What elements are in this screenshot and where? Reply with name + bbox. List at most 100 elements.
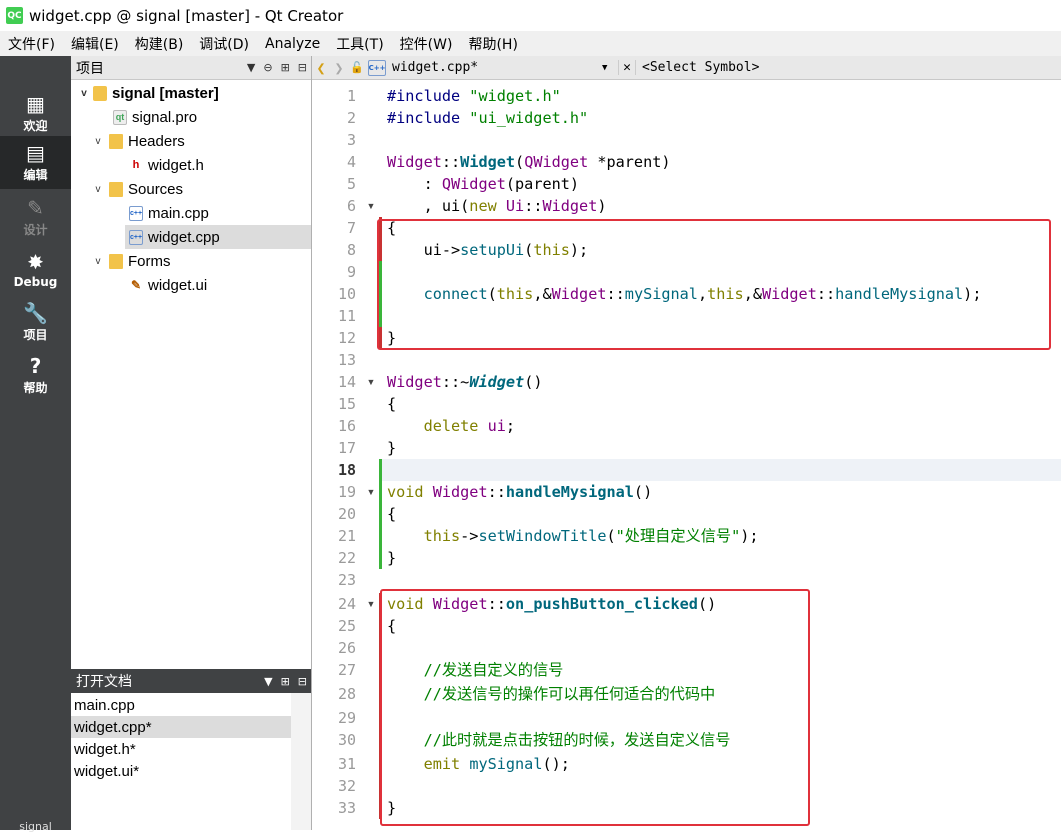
mode-projects[interactable]: 🔧 项目: [0, 296, 71, 349]
open-documents-scrollbar[interactable]: [291, 693, 311, 830]
code-editor[interactable]: #include "widget.h" #include "ui_widget.…: [382, 80, 1061, 830]
code-line-22: }: [387, 549, 397, 567]
line-number: 15: [337, 395, 356, 413]
line-number: 23: [337, 571, 356, 589]
menu-widgets[interactable]: 控件(W): [392, 34, 461, 54]
tree-label: widget.h: [148, 156, 204, 174]
link-icon[interactable]: ⊖: [263, 61, 272, 74]
tree-file-widget-ui[interactable]: ✎ widget.ui: [71, 273, 311, 297]
tree-label: Sources: [128, 180, 184, 198]
menu-debug[interactable]: 调试(D): [191, 34, 257, 54]
line-number: 20: [337, 505, 356, 523]
fold-marker-icon[interactable]: ▼: [365, 593, 377, 615]
expand-arrow-icon[interactable]: v: [91, 184, 105, 195]
mode-design[interactable]: ✎ 设计: [0, 191, 71, 244]
dropdown-arrow-icon[interactable]: ▼: [264, 675, 272, 688]
filter-icon[interactable]: ▼: [247, 61, 255, 74]
line-number: 7: [346, 219, 356, 237]
line-number: 13: [337, 351, 356, 369]
close-pane-icon[interactable]: ⊟: [298, 675, 307, 688]
header-file-icon: h: [132, 159, 140, 171]
code-line-6: , ui(new Ui::Widget): [387, 197, 607, 215]
code-line-2: #include "ui_widget.h": [387, 109, 589, 127]
split-icon[interactable]: ⊞: [281, 675, 290, 688]
open-doc-main-cpp[interactable]: main.cpp: [71, 694, 291, 716]
menu-tools[interactable]: 工具(T): [328, 34, 391, 54]
qt-project-file-icon: qt: [113, 109, 127, 125]
line-number: 22: [337, 549, 356, 567]
open-documents-title[interactable]: 打开文档: [76, 671, 260, 691]
expand-arrow-icon[interactable]: v: [91, 136, 105, 147]
menu-build[interactable]: 构建(B): [127, 34, 192, 54]
line-number: 24: [337, 595, 356, 613]
symbol-selector[interactable]: <Select Symbol>: [642, 60, 759, 75]
tree-folder-forms[interactable]: v Forms: [71, 249, 311, 273]
open-doc-widget-ui[interactable]: widget.ui*: [71, 760, 291, 782]
fold-marker-icon[interactable]: ▼: [365, 195, 377, 217]
mode-help[interactable]: ? 帮助: [0, 349, 71, 402]
code-line-4: Widget::Widget(QWidget *parent): [387, 153, 671, 171]
line-number: 2: [346, 109, 356, 127]
code-line-7: {: [387, 219, 397, 237]
line-number: 21: [337, 527, 356, 545]
kit-selector-label[interactable]: signal: [0, 820, 71, 833]
code-line-12: }: [387, 329, 397, 347]
fold-marker-icon[interactable]: ▼: [365, 481, 377, 503]
open-doc-widget-cpp[interactable]: widget.cpp*: [71, 716, 291, 738]
tree-file-signal-pro[interactable]: qt signal.pro: [71, 105, 311, 129]
project-folder-icon: [93, 85, 107, 101]
tree-file-main-cpp[interactable]: c++ main.cpp: [71, 201, 311, 225]
open-documents-header: 打开文档 ▼ ⊞ ⊟: [71, 669, 311, 693]
tree-file-widget-h[interactable]: h widget.h: [71, 153, 311, 177]
folder-icon: [109, 253, 123, 269]
line-number: 27: [337, 661, 356, 679]
project-tree: v signal [master] qt signal.pro v Header…: [71, 80, 311, 669]
menu-bar: 文件(F) 编辑(E) 构建(B) 调试(D) Analyze 工具(T) 控件…: [0, 31, 1061, 56]
line-number: 16: [337, 417, 356, 435]
question-icon: ?: [29, 354, 42, 378]
tree-label: Headers: [128, 132, 185, 150]
cpp-file-icon: c++: [129, 229, 143, 245]
pencil-icon: ✎: [27, 196, 44, 220]
expand-arrow-icon[interactable]: v: [77, 88, 91, 99]
menu-file[interactable]: 文件(F): [0, 34, 63, 54]
document-selector[interactable]: widget.cpp*: [392, 60, 602, 75]
close-document-icon[interactable]: ✕: [618, 60, 636, 75]
close-pane-icon[interactable]: ⊟: [298, 61, 307, 74]
line-number: 17: [337, 439, 356, 457]
line-number-gutter[interactable]: 1 2 3 4 5 6 7 8 9 10 11 12 13 14 15 16 17 18 19 20 21 22 23 24 2…: [312, 80, 382, 830]
code-line-21: this->setWindowTitle("处理自定义信号");: [423, 527, 759, 545]
code-line-25: {: [387, 617, 397, 635]
code-line-5: : QWidget(parent): [387, 175, 580, 193]
line-number: 33: [337, 799, 356, 817]
tree-label: signal.pro: [132, 108, 198, 126]
forward-arrow-icon[interactable]: ❯: [330, 59, 348, 77]
fold-marker-icon[interactable]: ▼: [365, 371, 377, 393]
line-number: 1: [346, 87, 356, 105]
tree-project-root[interactable]: v signal [master]: [71, 81, 311, 105]
expand-arrow-icon[interactable]: v: [91, 256, 105, 267]
menu-help[interactable]: 帮助(H): [460, 34, 525, 54]
dropdown-arrow-icon[interactable]: ▼: [602, 63, 618, 73]
mode-edit[interactable]: ▤ 编辑: [0, 136, 71, 189]
menu-analyze[interactable]: Analyze: [257, 36, 328, 52]
tree-folder-sources[interactable]: v Sources: [71, 177, 311, 201]
mode-debug[interactable]: ✸ Debug: [0, 243, 71, 296]
line-number: 32: [337, 777, 356, 795]
line-number: 11: [337, 307, 356, 325]
back-arrow-icon[interactable]: ❮: [312, 59, 330, 77]
split-icon[interactable]: ⊞: [281, 61, 290, 74]
mode-selector: ▦ 欢迎 ▤ 编辑 ✎ 设计 ✸ Debug 🔧 项目 ? 帮助 signal: [0, 56, 71, 833]
tree-folder-headers[interactable]: v Headers: [71, 129, 311, 153]
code-line-1: #include "widget.h": [387, 87, 561, 105]
menu-edit[interactable]: 编辑(E): [63, 34, 127, 54]
mode-label: 欢迎: [23, 119, 48, 133]
code-line-16: delete ui;: [423, 417, 516, 435]
mode-welcome[interactable]: ▦ 欢迎: [0, 87, 71, 140]
code-line-17: }: [387, 439, 397, 457]
project-pane-title[interactable]: 项目: [76, 58, 243, 78]
lock-icon[interactable]: 🔓: [348, 61, 366, 74]
line-number: 5: [346, 175, 356, 193]
open-doc-widget-h[interactable]: widget.h*: [71, 738, 291, 760]
tree-file-widget-cpp[interactable]: c++ widget.cpp: [125, 225, 311, 249]
